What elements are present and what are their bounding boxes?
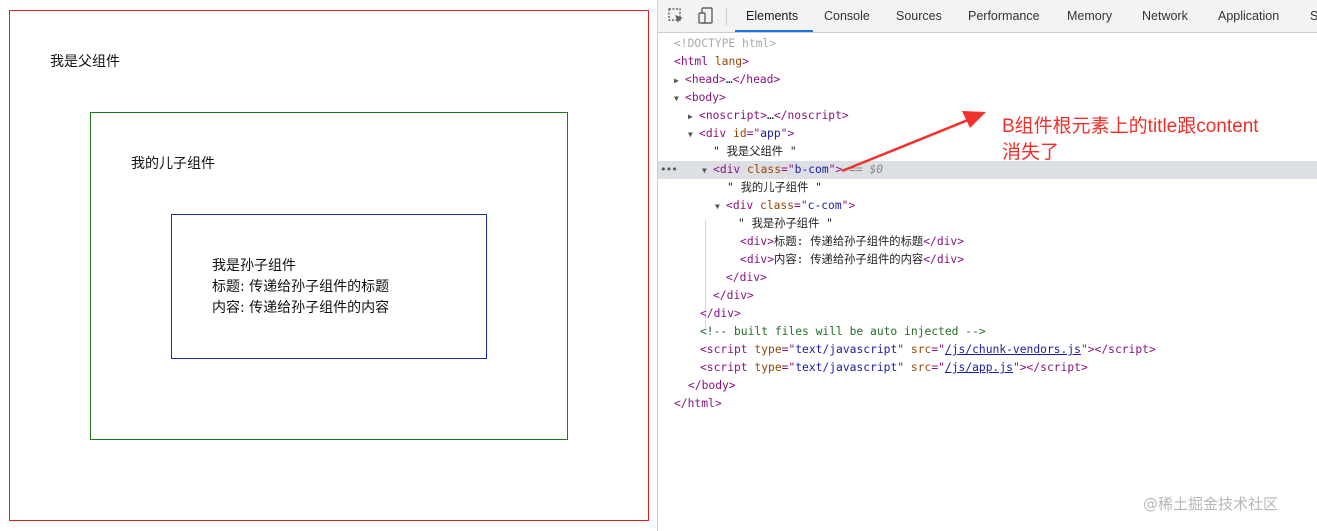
annotation-line-2: 消失了 [1002, 142, 1060, 163]
watermark: @稀土掘金技术社区 [1143, 495, 1279, 513]
annotation-arrow-icon [841, 111, 986, 173]
annotation-line-1: B组件根元素上的title跟content [1002, 116, 1259, 137]
annotation-text: B组件根元素上的title跟content 消失了 [1002, 114, 1312, 166]
